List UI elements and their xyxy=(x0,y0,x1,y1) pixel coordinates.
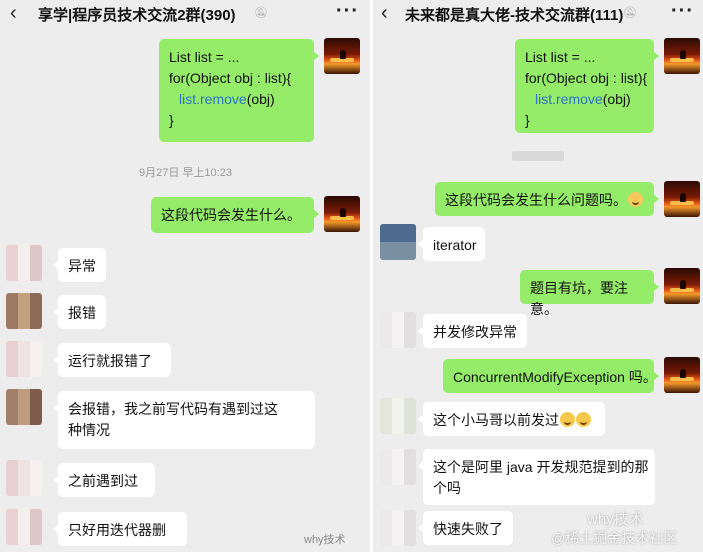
self-avatar[interactable] xyxy=(324,196,360,232)
back-arrow-icon[interactable]: ‹ xyxy=(10,3,17,23)
timestamp: 9月27日 早上10:23 xyxy=(139,167,232,179)
member-avatar[interactable] xyxy=(380,510,416,546)
member-avatar[interactable] xyxy=(6,509,42,545)
code-line-2: for(Object obj : list){ xyxy=(169,70,292,86)
member-avatar[interactable] xyxy=(380,398,416,434)
message-bubble[interactable]: 运行就报错了 xyxy=(53,343,171,377)
mute-bell-icon: 🔕︎ xyxy=(623,7,637,19)
more-options-icon[interactable]: ··· xyxy=(671,0,694,23)
message-bubble[interactable]: 之前遇到过 xyxy=(53,463,155,497)
member-avatar[interactable] xyxy=(6,389,42,425)
grin-emoji-icon xyxy=(576,412,591,427)
message-text: 这个小马哥以前发过 xyxy=(433,412,559,428)
watermark: why技术 xyxy=(587,511,644,528)
member-avatar[interactable] xyxy=(380,449,416,485)
self-avatar[interactable] xyxy=(664,181,700,217)
code-line-4: } xyxy=(169,112,174,128)
message-line: 这个是阿里 java 开发规范提到的那 xyxy=(433,459,649,475)
message-bubble[interactable]: 异常 xyxy=(53,248,106,282)
code-line-3: list.remove(obj) xyxy=(169,89,304,110)
member-avatar[interactable] xyxy=(6,341,42,377)
watermark: @稀土掘金技术社区 xyxy=(551,530,678,546)
code-method: list.remove xyxy=(179,91,247,107)
chat-panel-right: ‹ 未来都是真大佬-技术交流群(111) 🔕︎ ··· List list = … xyxy=(373,0,703,552)
chat-title: 未来都是真大佬-技术交流群(111) xyxy=(405,7,624,24)
code-line-2: for(Object obj : list){ xyxy=(525,70,648,86)
self-avatar[interactable] xyxy=(664,357,700,393)
grin-emoji-icon xyxy=(560,412,575,427)
message-line: 会报错，我之前写代码有遇到过这 xyxy=(68,401,278,417)
code-args: (obj) xyxy=(602,91,631,107)
code-message-bubble[interactable]: List list = ... for(Object obj : list){ … xyxy=(159,39,319,142)
back-arrow-icon[interactable]: ‹ xyxy=(381,3,388,23)
code-line-4: } xyxy=(525,112,530,128)
more-options-icon[interactable]: ··· xyxy=(336,0,359,23)
self-avatar[interactable] xyxy=(664,38,700,74)
member-avatar[interactable] xyxy=(6,245,42,281)
member-avatar[interactable] xyxy=(380,312,416,348)
member-avatar[interactable] xyxy=(6,293,42,329)
message-bubble[interactable]: 快速失败了 xyxy=(418,511,513,545)
code-line-1: List list = ... xyxy=(169,49,240,65)
watermark: why技术 xyxy=(304,534,346,546)
message-bubble[interactable]: 这段代码会发生什么问题吗。 xyxy=(435,182,659,216)
message-line: 个吗 xyxy=(433,480,461,496)
code-message-bubble[interactable]: List list = ... for(Object obj : list){ … xyxy=(515,39,659,133)
message-bubble[interactable]: 只好用迭代器删 xyxy=(53,512,187,546)
message-bubble[interactable]: 这个小马哥以前发过 xyxy=(418,402,605,436)
code-line-1: List list = ... xyxy=(525,49,596,65)
message-bubble[interactable]: 这个是阿里 java 开发规范提到的那 个吗 xyxy=(418,449,655,505)
message-bubble[interactable]: 题目有坑，要注意。 xyxy=(520,270,659,317)
message-bubble[interactable]: 这段代码会发生什么。 xyxy=(151,197,319,233)
member-avatar[interactable] xyxy=(6,460,42,496)
member-avatar[interactable] xyxy=(380,224,416,260)
message-text: 这段代码会发生什么问题吗。 xyxy=(445,192,627,208)
message-bubble[interactable]: iterator xyxy=(418,227,485,261)
message-bubble[interactable]: 报错 xyxy=(53,295,106,329)
mute-bell-icon: 🔕︎ xyxy=(254,7,268,19)
self-avatar[interactable] xyxy=(664,268,700,304)
chat-header: ‹ 享学|程序员技术交流2群(390) 🔕︎ ··· xyxy=(0,0,370,28)
chat-panel-left: ‹ 享学|程序员技术交流2群(390) 🔕︎ ··· List list = .… xyxy=(0,0,370,552)
message-line: 种情况 xyxy=(68,422,110,438)
chat-title: 享学|程序员技术交流2群(390) xyxy=(38,7,236,24)
code-line-3: list.remove(obj) xyxy=(525,89,644,110)
code-method: list.remove xyxy=(535,91,603,107)
message-bubble[interactable]: 会报错，我之前写代码有遇到过这 种情况 xyxy=(53,391,315,449)
timestamp-redacted xyxy=(512,151,564,161)
blush-emoji-icon xyxy=(628,192,643,207)
code-args: (obj) xyxy=(246,91,275,107)
message-bubble[interactable]: ConcurrentModifyException 吗。 xyxy=(443,359,659,393)
self-avatar[interactable] xyxy=(324,38,360,74)
message-bubble[interactable]: 并发修改异常 xyxy=(418,314,527,348)
chat-header: ‹ 未来都是真大佬-技术交流群(111) 🔕︎ ··· xyxy=(373,0,703,28)
